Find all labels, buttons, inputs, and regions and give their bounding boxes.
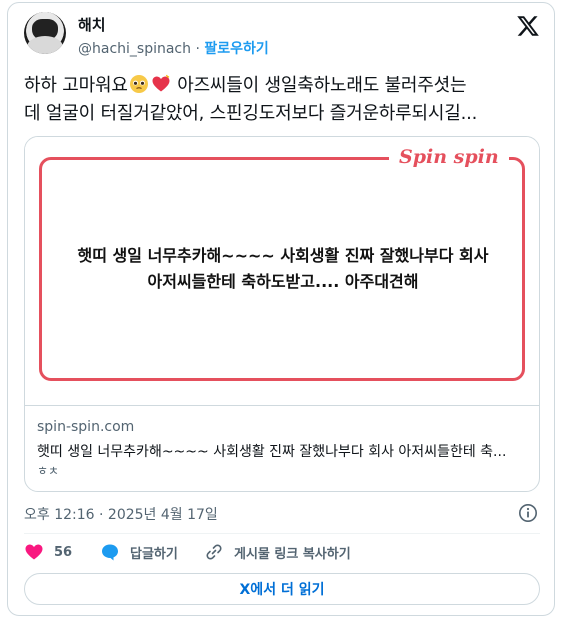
heart-emoji [152,74,170,92]
read-more-button[interactable]: X에서 더 읽기 [24,573,540,605]
copy-link-button[interactable]: 게시물 링크 복사하기 [204,542,351,562]
avatar[interactable] [24,12,66,54]
copy-link-label: 게시물 링크 복사하기 [234,546,351,562]
tweet-text-part1: 하하 고마워요 [24,75,128,96]
info-icon[interactable] [518,503,538,523]
preview-message-line1: 햇띠 생일 너무추카해~~~~ 사회생활 진짜 잘했나부다 회사 [77,246,489,265]
author-handle[interactable]: @hachi_spinach [78,41,191,57]
link-preview-image[interactable]: Spin spin 햇띠 생일 너무추카해~~~~ 사회생활 진짜 잘했나부다 … [25,137,539,406]
preview-message-line2: 아저씨들한테 축하도받고.... 아주대견해 [147,272,419,291]
link-title[interactable]: 햇띠 생일 너무추카해~~~~ 사회생활 진짜 잘했나부다 회사 아저씨들한테 … [37,441,529,461]
brand-logo: Spin spin [389,146,509,168]
x-logo-icon[interactable] [516,14,540,38]
pleading-face-emoji [129,75,148,93]
tweet-text-line2: 데 얼굴이 터질거같았어, 스핀깅도저보다 즐거운하루되시길... [24,103,478,124]
handle-separator: · [195,41,200,57]
reply-label: 답글하기 [130,546,178,562]
follow-button[interactable]: 팔로우하기 [204,41,268,57]
link-icon [206,544,222,560]
tweet-text: 하하 고마워요 아즈씨들이 생일축하노래도 불러주셧는 데 얼굴이 터질거같았어… [24,72,544,128]
link-description: ㅎㅊ [37,464,60,478]
timestamp[interactable]: 오후 12:16 · 2025년 4월 17일 [24,504,218,524]
like-button[interactable]: 56 [24,542,72,562]
author-name[interactable]: 해치 [78,14,106,35]
preview-message: 햇띠 생일 너무추카해~~~~ 사회생활 진짜 잘했나부다 회사 아저씨들한테 … [55,243,511,295]
tweet-text-part2: 아즈씨들이 생일축하노래도 불러주셧는 [171,75,467,96]
divider [24,533,540,534]
author-handle-row: @hachi_spinach · 팔로우하기 [78,38,269,58]
reply-button[interactable]: 답글하기 [100,542,178,562]
link-domain[interactable]: spin-spin.com [37,419,134,435]
link-preview-card[interactable]: Spin spin 햇띠 생일 너무추카해~~~~ 사회생활 진짜 잘했나부다 … [24,136,540,492]
reply-bubble-icon [102,544,118,561]
heart-icon [25,544,43,560]
like-count: 56 [54,544,73,560]
